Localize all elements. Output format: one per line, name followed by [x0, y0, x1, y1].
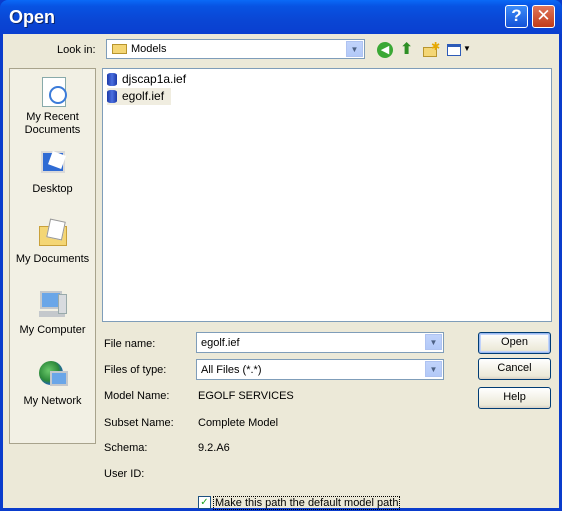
model-name-label: Model Name:	[104, 390, 170, 402]
dialog-title: Open	[9, 7, 56, 27]
desktop-icon	[36, 147, 70, 181]
up-folder-icon[interactable]: ⬆	[400, 42, 416, 58]
file-name: djscap1a.ief	[122, 72, 187, 86]
place-desktop[interactable]: Desktop	[10, 147, 95, 196]
my-computer-icon	[36, 288, 70, 322]
open-dialog: Open ? ✕ Look in: Models ▼ ◀ ⬆ ✱ ▼ My Re…	[0, 0, 562, 511]
back-icon[interactable]: ◀	[377, 42, 393, 58]
file-name: egolf.ief	[122, 89, 165, 103]
place-my-documents[interactable]: My Documents	[10, 217, 95, 266]
look-in-value: Models	[131, 43, 167, 55]
file-name-input[interactable]: egolf.ief ▼	[196, 332, 444, 353]
default-path-checkbox[interactable]: ✓	[198, 496, 211, 509]
file-name-value: egolf.ief	[201, 337, 240, 349]
my-network-icon	[36, 359, 70, 393]
file-name-label: File name:	[104, 338, 156, 350]
place-label: My Documents	[15, 253, 90, 265]
folder-icon	[112, 44, 127, 54]
look-in-combo[interactable]: Models ▼	[106, 39, 365, 59]
place-my-computer[interactable]: My Computer	[10, 288, 95, 337]
title-bar[interactable]: Open ? ✕	[0, 0, 562, 34]
help-button[interactable]: Help	[478, 387, 551, 409]
model-name-value: EGOLF SERVICES	[198, 390, 294, 402]
place-my-network[interactable]: My Network	[10, 359, 95, 408]
file-type-select[interactable]: All Files (*.*) ▼	[196, 359, 444, 380]
database-icon	[107, 90, 117, 103]
chevron-down-icon[interactable]: ▼	[346, 41, 363, 57]
view-menu-icon[interactable]: ▼	[447, 42, 471, 58]
open-button[interactable]: Open	[478, 332, 551, 354]
file-type-value: All Files (*.*)	[201, 364, 262, 376]
chevron-down-icon[interactable]: ▼	[425, 334, 442, 350]
schema-label: Schema:	[104, 442, 148, 454]
dialog-body: Look in: Models ▼ ◀ ⬆ ✱ ▼ My Recent Docu…	[3, 34, 559, 510]
help-title-button[interactable]: ?	[505, 5, 528, 28]
subset-name-label: Subset Name:	[104, 417, 174, 429]
chevron-down-icon[interactable]: ▼	[425, 361, 442, 377]
place-label: Desktop	[32, 183, 73, 195]
place-label: My Recent Documents	[24, 111, 81, 136]
database-icon	[107, 73, 117, 86]
new-folder-icon[interactable]: ✱	[423, 41, 440, 58]
place-label: My Network	[23, 395, 82, 407]
place-recent-documents[interactable]: My Recent Documents	[10, 75, 95, 137]
recent-documents-icon	[36, 75, 70, 109]
user-id-label: User ID:	[104, 468, 145, 480]
schema-value: 9.2.A6	[198, 442, 230, 454]
my-documents-icon	[36, 217, 70, 251]
file-type-label: Files of type:	[104, 364, 167, 376]
place-label: My Computer	[19, 324, 86, 336]
look-in-label: Look in:	[57, 44, 96, 56]
cancel-button[interactable]: Cancel	[478, 358, 551, 380]
default-path-label[interactable]: Make this path the default model path	[213, 496, 401, 510]
close-button[interactable]: ✕	[532, 5, 555, 28]
list-item[interactable]: djscap1a.ief	[107, 71, 197, 88]
list-item[interactable]: egolf.ief	[107, 88, 171, 105]
file-list[interactable]: djscap1a.ief egolf.ief	[102, 68, 552, 322]
places-bar: My Recent Documents Desktop My Documents…	[9, 68, 96, 444]
subset-name-value: Complete Model	[198, 417, 279, 429]
